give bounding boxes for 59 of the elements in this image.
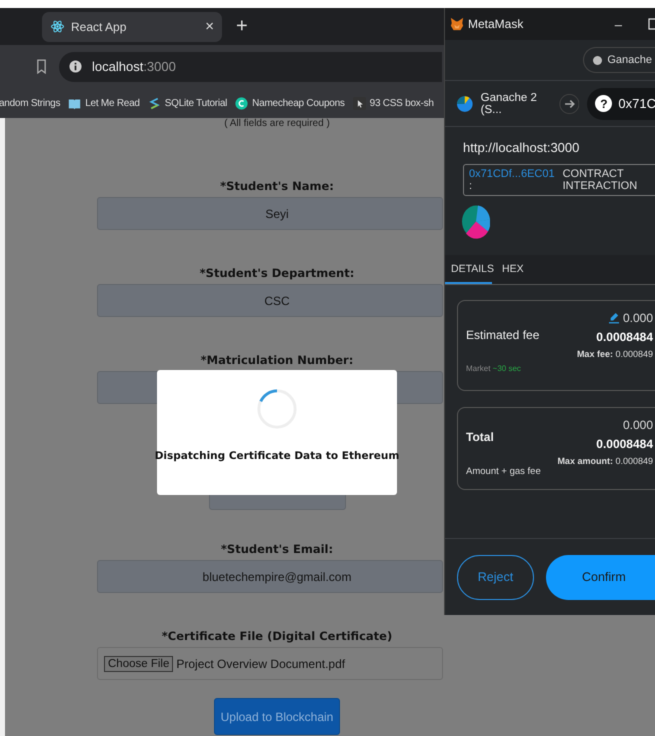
panel-tab[interactable]: HEX bbox=[496, 255, 530, 284]
minimize-button[interactable]: – bbox=[614, 16, 622, 32]
account-name: Ganache 2 (S... bbox=[480, 92, 538, 116]
total-label: Total bbox=[466, 430, 495, 444]
zigzag-icon bbox=[148, 96, 161, 110]
reject-button[interactable]: Reject bbox=[457, 554, 534, 600]
total-value: 0.000 bbox=[622, 418, 653, 432]
unknown-icon: ? bbox=[595, 95, 612, 112]
text-field[interactable]: bluetechempire@gmail.com bbox=[97, 560, 443, 593]
text-field[interactable]: Seyi bbox=[97, 197, 443, 230]
network-pill[interactable]: Ganache bbox=[583, 47, 655, 73]
panel-tab[interactable]: DETAILS bbox=[445, 255, 492, 284]
atom-icon bbox=[50, 19, 65, 34]
window-title: MetaMask bbox=[468, 17, 524, 31]
new-tab-button[interactable]: + bbox=[232, 15, 252, 38]
colon-text: : bbox=[469, 180, 474, 192]
arrow-right-icon bbox=[558, 92, 580, 116]
field-label: *Student's Department: bbox=[198, 266, 354, 280]
tab-title: React App bbox=[71, 20, 128, 34]
text-field[interactable]: CSC bbox=[97, 284, 443, 317]
fee-amount: 0.0008484 bbox=[596, 330, 653, 344]
fox-icon bbox=[450, 17, 464, 31]
required-note: ( All fields are required ) bbox=[223, 118, 330, 130]
contract-address[interactable]: 0x71CDf...6EC01 bbox=[469, 168, 555, 180]
fee-value: 0.000 bbox=[622, 311, 653, 325]
max-fee: Max fee: 0.000849 bbox=[576, 349, 653, 359]
origin-url: http://localhost:3000 bbox=[463, 140, 580, 155]
avatar-icon bbox=[462, 204, 490, 239]
file-field[interactable]: Choose File Project Overview Document.pdf bbox=[97, 647, 443, 680]
field-label: *Student's Name: bbox=[219, 179, 334, 193]
close-tab-button[interactable]: × bbox=[205, 18, 214, 35]
max-amount: Max amount: 0.000849 bbox=[557, 456, 653, 466]
circle-icon bbox=[235, 96, 248, 110]
fee-label: Estimated fee bbox=[466, 328, 540, 342]
loading-message: Dispatching Certificate Data to Ethereum bbox=[154, 450, 400, 462]
field-label: *Student's Email: bbox=[220, 542, 334, 556]
browser-tab[interactable]: React App × bbox=[42, 12, 222, 42]
info-icon bbox=[69, 60, 82, 73]
maximize-icon[interactable] bbox=[648, 18, 655, 30]
bookmark-icon[interactable] bbox=[36, 59, 47, 74]
field-label: *Matriculation Number: bbox=[200, 353, 354, 367]
bookmark-item[interactable]: SQLite Tutorial bbox=[148, 96, 228, 110]
choose-file-button[interactable]: Choose File bbox=[104, 656, 174, 672]
bookmark-item[interactable]: Namecheap Coupons bbox=[235, 96, 345, 110]
speed-text: Market ~30 sec bbox=[466, 364, 522, 373]
url-text: localhost:3000 bbox=[92, 59, 176, 74]
cursor-icon bbox=[352, 96, 366, 110]
book-icon bbox=[68, 96, 82, 110]
confirm-button[interactable]: Confirm bbox=[546, 554, 655, 600]
spinner-icon bbox=[256, 388, 298, 430]
file-name: Project Overview Document.pdf bbox=[176, 656, 346, 670]
field-label: *Certificate File (Digital Certificate) bbox=[160, 629, 392, 643]
status-icon bbox=[593, 56, 602, 64]
address-field[interactable]: localhost:3000 bbox=[59, 52, 442, 82]
total-amount: 0.0008484 bbox=[596, 437, 653, 451]
bookmark-item[interactable]: Let Me Read bbox=[68, 96, 140, 110]
total-subtitle: Amount + gas fee bbox=[466, 466, 541, 477]
pencil-icon[interactable] bbox=[608, 312, 619, 324]
bookmark-item[interactable]: 93 CSS box-sh bbox=[352, 96, 434, 110]
